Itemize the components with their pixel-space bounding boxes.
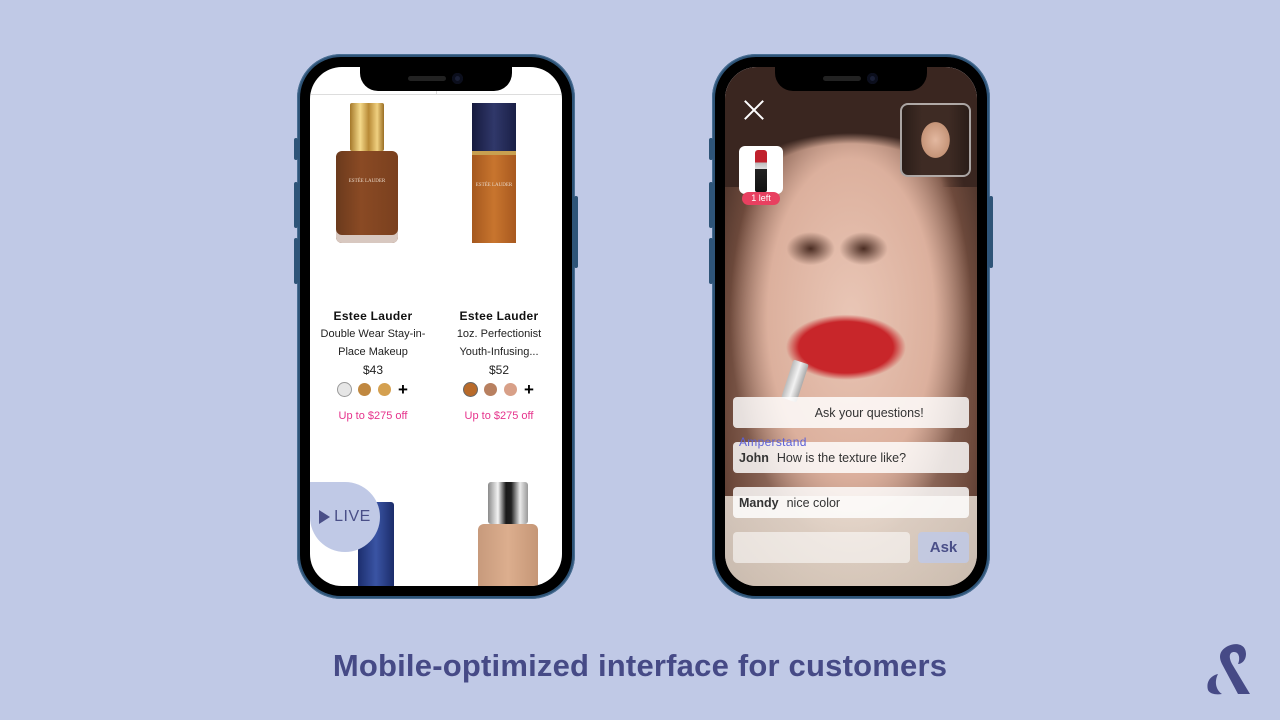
swatch[interactable] <box>484 383 498 396</box>
ask-button[interactable]: Ask <box>918 532 969 563</box>
camera-icon <box>452 73 463 84</box>
phone-volume-down-button <box>294 238 298 284</box>
phone-notch <box>360 67 512 91</box>
chat-panel: Amperstand Ask your questions! John How … <box>733 397 969 563</box>
phone-volume-down-button <box>709 238 713 284</box>
close-icon[interactable] <box>743 99 765 121</box>
live-button[interactable]: LIVE <box>310 482 380 552</box>
promo-text: Up to $275 off <box>338 410 408 422</box>
stock-badge: 1 left <box>742 192 780 205</box>
ampersand-logo-icon <box>1207 644 1250 695</box>
page-caption: Mobile-optimized interface for customers <box>332 648 948 683</box>
live-phone-mockup: 1 left Amperstand Ask your questions! Jo… <box>709 54 993 599</box>
product-name[interactable]: Double Wear Stay-in- Place Makeup <box>310 325 436 361</box>
chat-user: Amperstand <box>739 434 807 449</box>
product-brand: Estee Lauder <box>459 309 539 323</box>
swatch[interactable] <box>504 383 518 396</box>
bottle-label: ESTÉE LAUDER <box>475 183 513 188</box>
swatch[interactable] <box>464 383 478 396</box>
product-row-2: LIVE <box>310 482 562 586</box>
product-name[interactable]: 1oz. Perfectionist Youth-Infusing... <box>436 325 562 361</box>
product-name-line: Youth-Infusing... <box>459 346 539 358</box>
live-screen: 1 left Amperstand Ask your questions! Jo… <box>725 67 977 586</box>
more-colors-icon[interactable]: + <box>524 381 534 398</box>
phone-power-button <box>574 196 578 268</box>
customer-camera-preview[interactable] <box>900 103 971 177</box>
play-icon <box>319 510 331 524</box>
chat-user: John <box>739 450 769 465</box>
product-price: $43 <box>362 363 384 377</box>
promo-text: Up to $275 off <box>464 410 534 422</box>
phone-power-button <box>989 196 993 268</box>
phone-mute-button <box>294 138 298 160</box>
phone-volume-up-button <box>294 182 298 228</box>
chat-message: Mandy nice color <box>733 487 969 518</box>
color-swatches: + <box>310 381 436 398</box>
phone-mute-button <box>709 138 713 160</box>
bottle-label: ESTÉE LAUDER <box>348 179 386 184</box>
chat-text: Ask your questions! <box>814 405 924 420</box>
chat-message: Amperstand Ask your questions! <box>733 397 969 449</box>
phone-notch <box>775 67 927 91</box>
phone-volume-up-button <box>709 182 713 228</box>
swatch[interactable] <box>338 383 352 396</box>
ask-input[interactable] <box>733 532 910 563</box>
color-swatches: + <box>436 381 562 398</box>
product-card[interactable]: ESTÉE LAUDER Estee Lauder Double Wear St… <box>310 95 436 422</box>
featured-product-thumbnail[interactable] <box>739 146 783 194</box>
lipstick-icon <box>755 150 767 192</box>
ask-row: Ask <box>733 532 969 563</box>
shop-phone-mockup: F RT ESTÉE LAUDER Estee Lauder Double We… <box>294 54 578 599</box>
chat-text: How is the texture like? <box>776 450 907 465</box>
chat-text: nice color <box>786 495 841 510</box>
product-brand: Estee Lauder <box>333 309 413 323</box>
product-card[interactable]: ESTÉE LAUDER Estee Lauder 1oz. Perfectio… <box>436 95 562 422</box>
product-name-line: Place Makeup <box>338 346 408 358</box>
shop-screen: F RT ESTÉE LAUDER Estee Lauder Double We… <box>310 67 562 586</box>
product-name-line: 1oz. Perfectionist <box>456 328 542 340</box>
live-label: LIVE <box>334 508 371 525</box>
product-grid: ESTÉE LAUDER Estee Lauder Double Wear St… <box>310 95 562 422</box>
camera-icon <box>867 73 878 84</box>
product-price: $52 <box>488 363 510 377</box>
swatch[interactable] <box>378 383 392 396</box>
chat-user: Mandy <box>739 495 779 510</box>
product-name-line: Double Wear Stay-in- <box>320 328 426 340</box>
more-colors-icon[interactable]: + <box>398 381 408 398</box>
swatch[interactable] <box>358 383 372 396</box>
product-image[interactable]: ESTÉE LAUDER <box>436 101 562 251</box>
product-image[interactable]: ESTÉE LAUDER <box>310 101 436 251</box>
